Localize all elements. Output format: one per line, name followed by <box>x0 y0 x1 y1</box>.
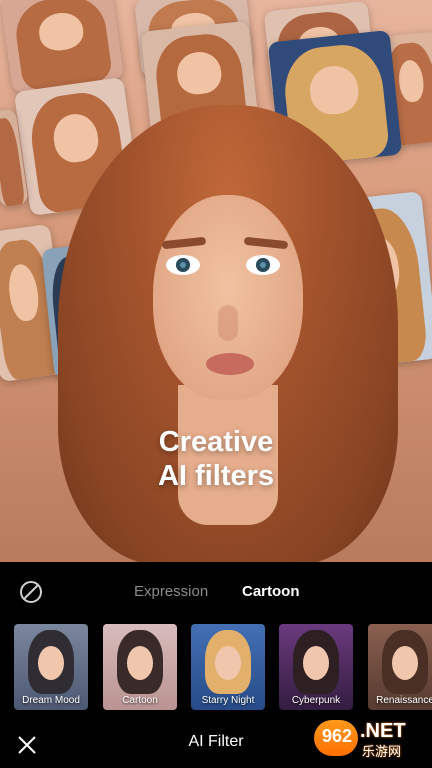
tab-expression[interactable]: Expression <box>134 580 208 604</box>
filter-thumbnails: Dream Mood Cartoon Starry Night Cyberpun… <box>14 624 432 712</box>
filter-starry-night[interactable]: Starry Night <box>191 624 265 710</box>
filter-renaissance[interactable]: Renaissance <box>368 624 432 710</box>
filter-label: Renaissance <box>376 695 432 706</box>
app-screen: Creative AI filters Expression Cartoon D… <box>0 0 432 768</box>
filter-panel: Expression Cartoon Dream Mood Cartoon St… <box>0 562 432 768</box>
filter-cartoon[interactable]: Cartoon <box>103 624 177 710</box>
filter-label: Dream Mood <box>22 695 80 706</box>
filter-dream-mood[interactable]: Dream Mood <box>14 624 88 710</box>
watermark-number: 962 <box>322 726 353 746</box>
watermark-logo: 962 .NET 乐游网 <box>314 714 422 762</box>
tab-cartoon[interactable]: Cartoon <box>242 580 300 604</box>
watermark-suffix: .NET <box>360 720 406 742</box>
filter-label: Cyberpunk <box>291 695 341 706</box>
filter-label: Cartoon <box>122 695 158 706</box>
filter-category-tabs: Expression Cartoon <box>0 580 432 606</box>
filter-cyberpunk[interactable]: Cyberpunk <box>279 624 353 710</box>
filter-label: Starry Night <box>201 695 255 706</box>
main-portrait <box>58 105 398 562</box>
watermark-chinese: 乐游网 <box>362 744 402 759</box>
hero-headline: Creative AI filters <box>0 425 432 493</box>
hero-headline-line1: Creative <box>158 426 274 458</box>
hero-headline-line2: AI filters <box>157 460 275 492</box>
hero-preview: Creative AI filters <box>0 0 432 562</box>
